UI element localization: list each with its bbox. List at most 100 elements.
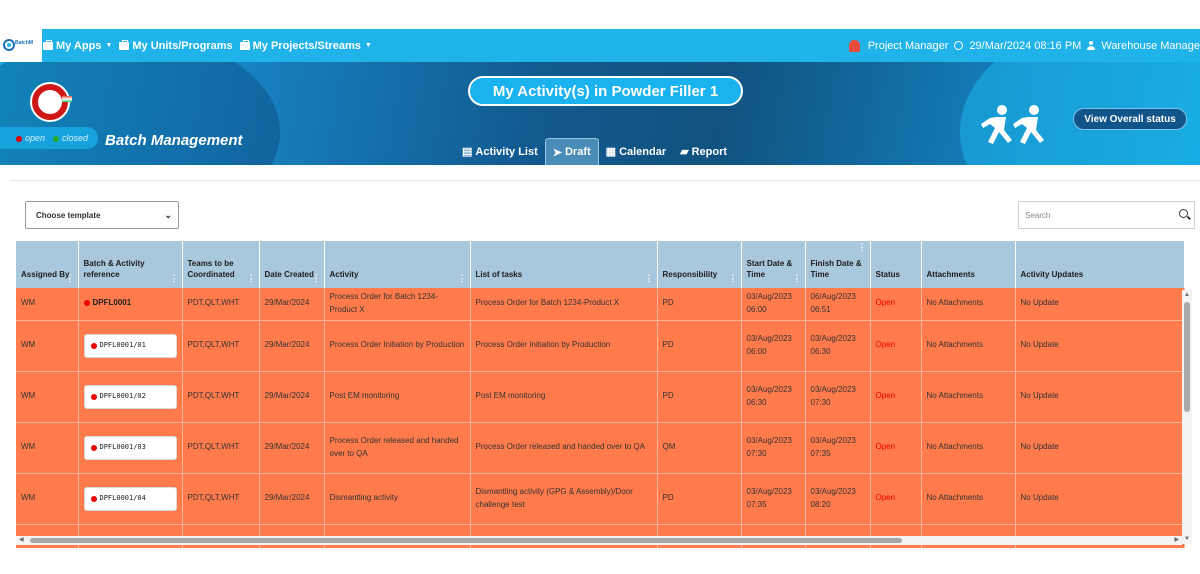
book-icon: ▰ [680,146,689,158]
cell-updates[interactable]: No Update [1015,371,1185,423]
tab-label: Calendar [619,145,667,158]
reference-button[interactable]: DPFL0001/03 [83,435,177,460]
cell-finish: 03/Aug/2023 06:30 [805,320,871,372]
column-header-start[interactable]: Start Date & Time ⋮ [741,241,806,288]
cell-attachments[interactable]: No Attachments [921,473,1016,525]
tab-activity-list[interactable]: ▤ Activity List [455,138,545,165]
scroll-left-icon[interactable]: ◀ [19,536,24,543]
search-placeholder: Search [1025,210,1051,220]
datetime-label: 29/Mar/2024 08:16 PM [969,39,1082,52]
header-label: List of tasks [475,269,523,279]
cell-attachments[interactable]: No Attachments [921,371,1016,423]
nav-my-apps[interactable]: My Apps ▼ [43,39,113,52]
cell-responsibility: PD [657,371,742,423]
cell-status: Open [870,320,922,372]
reference-button[interactable]: DPFL0001/02 [83,384,177,409]
header-label: Status [875,269,900,279]
table-row[interactable]: WM DPFL0001/02 PDT,QLT,WHT 29/Mar/2024 P… [16,371,1185,423]
column-menu-icon[interactable]: ⋮ [66,273,75,281]
scroll-up-icon[interactable]: ▲ [1184,292,1190,298]
reference-button[interactable]: DPFL0001/04 [83,486,177,511]
column-header-attachments[interactable]: Attachments [921,241,1016,288]
reference-text: DPFL0001/03 [99,442,146,451]
tab-draft[interactable]: ➤ Draft [544,138,599,165]
caret-down-icon: ▼ [105,42,113,49]
scroll-down-icon[interactable]: ▼ [1184,536,1190,542]
view-overall-status-button[interactable]: View Overall status [1073,108,1187,130]
open-status-dot-icon [90,393,97,400]
table-header-row: Assigned By ⋮ Batch & Activity reference ⋮… [16,241,1185,288]
view-tabs: ▤ Activity List ➤ Draft ▦ Calendar ▰ Rep… [455,138,734,165]
page-title: My Activity(s) in Powder Filler 1 [468,76,743,106]
cell-start: 03/Aug/2023 06:00 [741,288,806,321]
column-menu-icon[interactable]: ⋮ [247,273,256,281]
nav-my-projects[interactable]: My Projects/Streams ▼ [239,39,372,52]
cell-teams: PDT,QLT,WHT [182,320,260,372]
tab-calendar[interactable]: ▦ Calendar [599,138,673,165]
column-header-finish[interactable]: Finish Date & Time ⋮ [805,241,871,288]
table-row[interactable]: WM DPFL0001/03 PDT,QLT,WHT 29/Mar/2024 P… [16,422,1185,474]
column-menu-icon[interactable]: ⋮ [645,273,654,281]
nav-my-units[interactable]: My Units/Programs [119,39,233,52]
reference-link[interactable]: DPFL0001 [83,297,131,310]
search-icon[interactable] [1179,209,1188,218]
column-header-assigned-by[interactable]: Assigned By ⋮ [16,241,79,288]
reference-button[interactable]: DPFL0001/01 [83,333,177,358]
cell-activity: Post EM monitoring [324,371,471,423]
cell-assigned: WM [16,422,79,474]
header-label: Assigned By [21,269,70,279]
vertical-scrollbar[interactable]: ▲ ▼ [1182,290,1192,544]
table-row[interactable]: WM DPFL0001/04 PDT,QLT,WHT 29/Mar/2024 D… [16,473,1185,525]
cell-assigned: WM [16,473,79,525]
table-row[interactable]: WM DPFL0001/01 PDT,QLT,WHT 29/Mar/2024 P… [16,320,1185,372]
template-select-value: Choose template [36,210,101,220]
activity-table: Assigned By ⋮ Batch & Activity reference ⋮… [16,241,1185,548]
column-header-activity[interactable]: Activity ⋮ [324,241,471,288]
cell-updates[interactable]: No Update [1015,422,1185,474]
app-logo[interactable]: BatchM [0,29,42,62]
search-input[interactable]: Search [1018,201,1195,229]
column-menu-icon[interactable]: ⋮ [312,273,321,281]
alarm-icon[interactable] [848,39,860,52]
column-menu-icon[interactable]: ⋮ [858,243,867,251]
role-label[interactable]: Project Manager [868,40,949,52]
horizontal-scrollbar[interactable]: ◀ ▶ [16,536,1182,545]
cell-status: Open [870,422,922,474]
nav-label: My Apps [56,39,102,52]
template-select[interactable]: Choose template ⌄ [25,201,179,229]
scrollbar-thumb[interactable] [30,538,902,543]
column-header-status[interactable]: Status [870,241,922,288]
column-menu-icon[interactable]: ⋮ [170,273,179,281]
open-status-dot-icon [90,495,97,502]
column-header-updates[interactable]: Activity Updates [1015,241,1185,288]
cell-responsibility: PD [657,473,742,525]
cell-attachments[interactable]: No Attachments [921,422,1016,474]
scroll-right-icon[interactable]: ▶ [1174,536,1179,543]
main-nav: My Apps ▼ My Units/Programs My Projects/… [43,29,372,62]
column-menu-icon[interactable]: ⋮ [729,273,738,281]
column-header-date-created[interactable]: Date Created ⋮ [259,241,325,288]
column-menu-icon[interactable]: ⋮ [458,273,467,281]
cell-teams: PDT,QLT,WHT [182,422,260,474]
cell-updates[interactable]: No Update [1015,288,1185,321]
tab-report[interactable]: ▰ Report [673,138,734,165]
cell-updates[interactable]: No Update [1015,473,1185,525]
cell-attachments[interactable]: No Attachments [921,320,1016,372]
column-header-responsibility[interactable]: Responsibility ⋮ [657,241,742,288]
column-header-teams[interactable]: Teams to be Coordinated ⋮ [182,241,260,288]
cell-start: 03/Aug/2023 06:00 [741,320,806,372]
scrollbar-thumb[interactable] [1184,302,1190,412]
user-label[interactable]: Warehouse Manage [1101,40,1200,52]
cell-responsibility: PD [657,288,742,321]
cell-updates[interactable]: No Update [1015,320,1185,372]
briefcase-icon [43,39,53,50]
table-row[interactable]: WM DPFL0001 PDT,QLT,WHT 29/Mar/2024 Proc… [16,288,1185,321]
cell-reference: DPFL0001 [78,288,183,321]
cell-attachments[interactable]: No Attachments [921,288,1016,321]
column-header-reference[interactable]: Batch & Activity reference ⋮ [78,241,183,288]
column-menu-icon[interactable]: ⋮ [793,273,802,281]
open-status-dot-icon [90,342,97,349]
reference-text: DPFL0001/01 [99,340,146,349]
column-header-tasks[interactable]: List of tasks ⋮ [470,241,658,288]
caret-down-icon: ▼ [364,42,372,49]
